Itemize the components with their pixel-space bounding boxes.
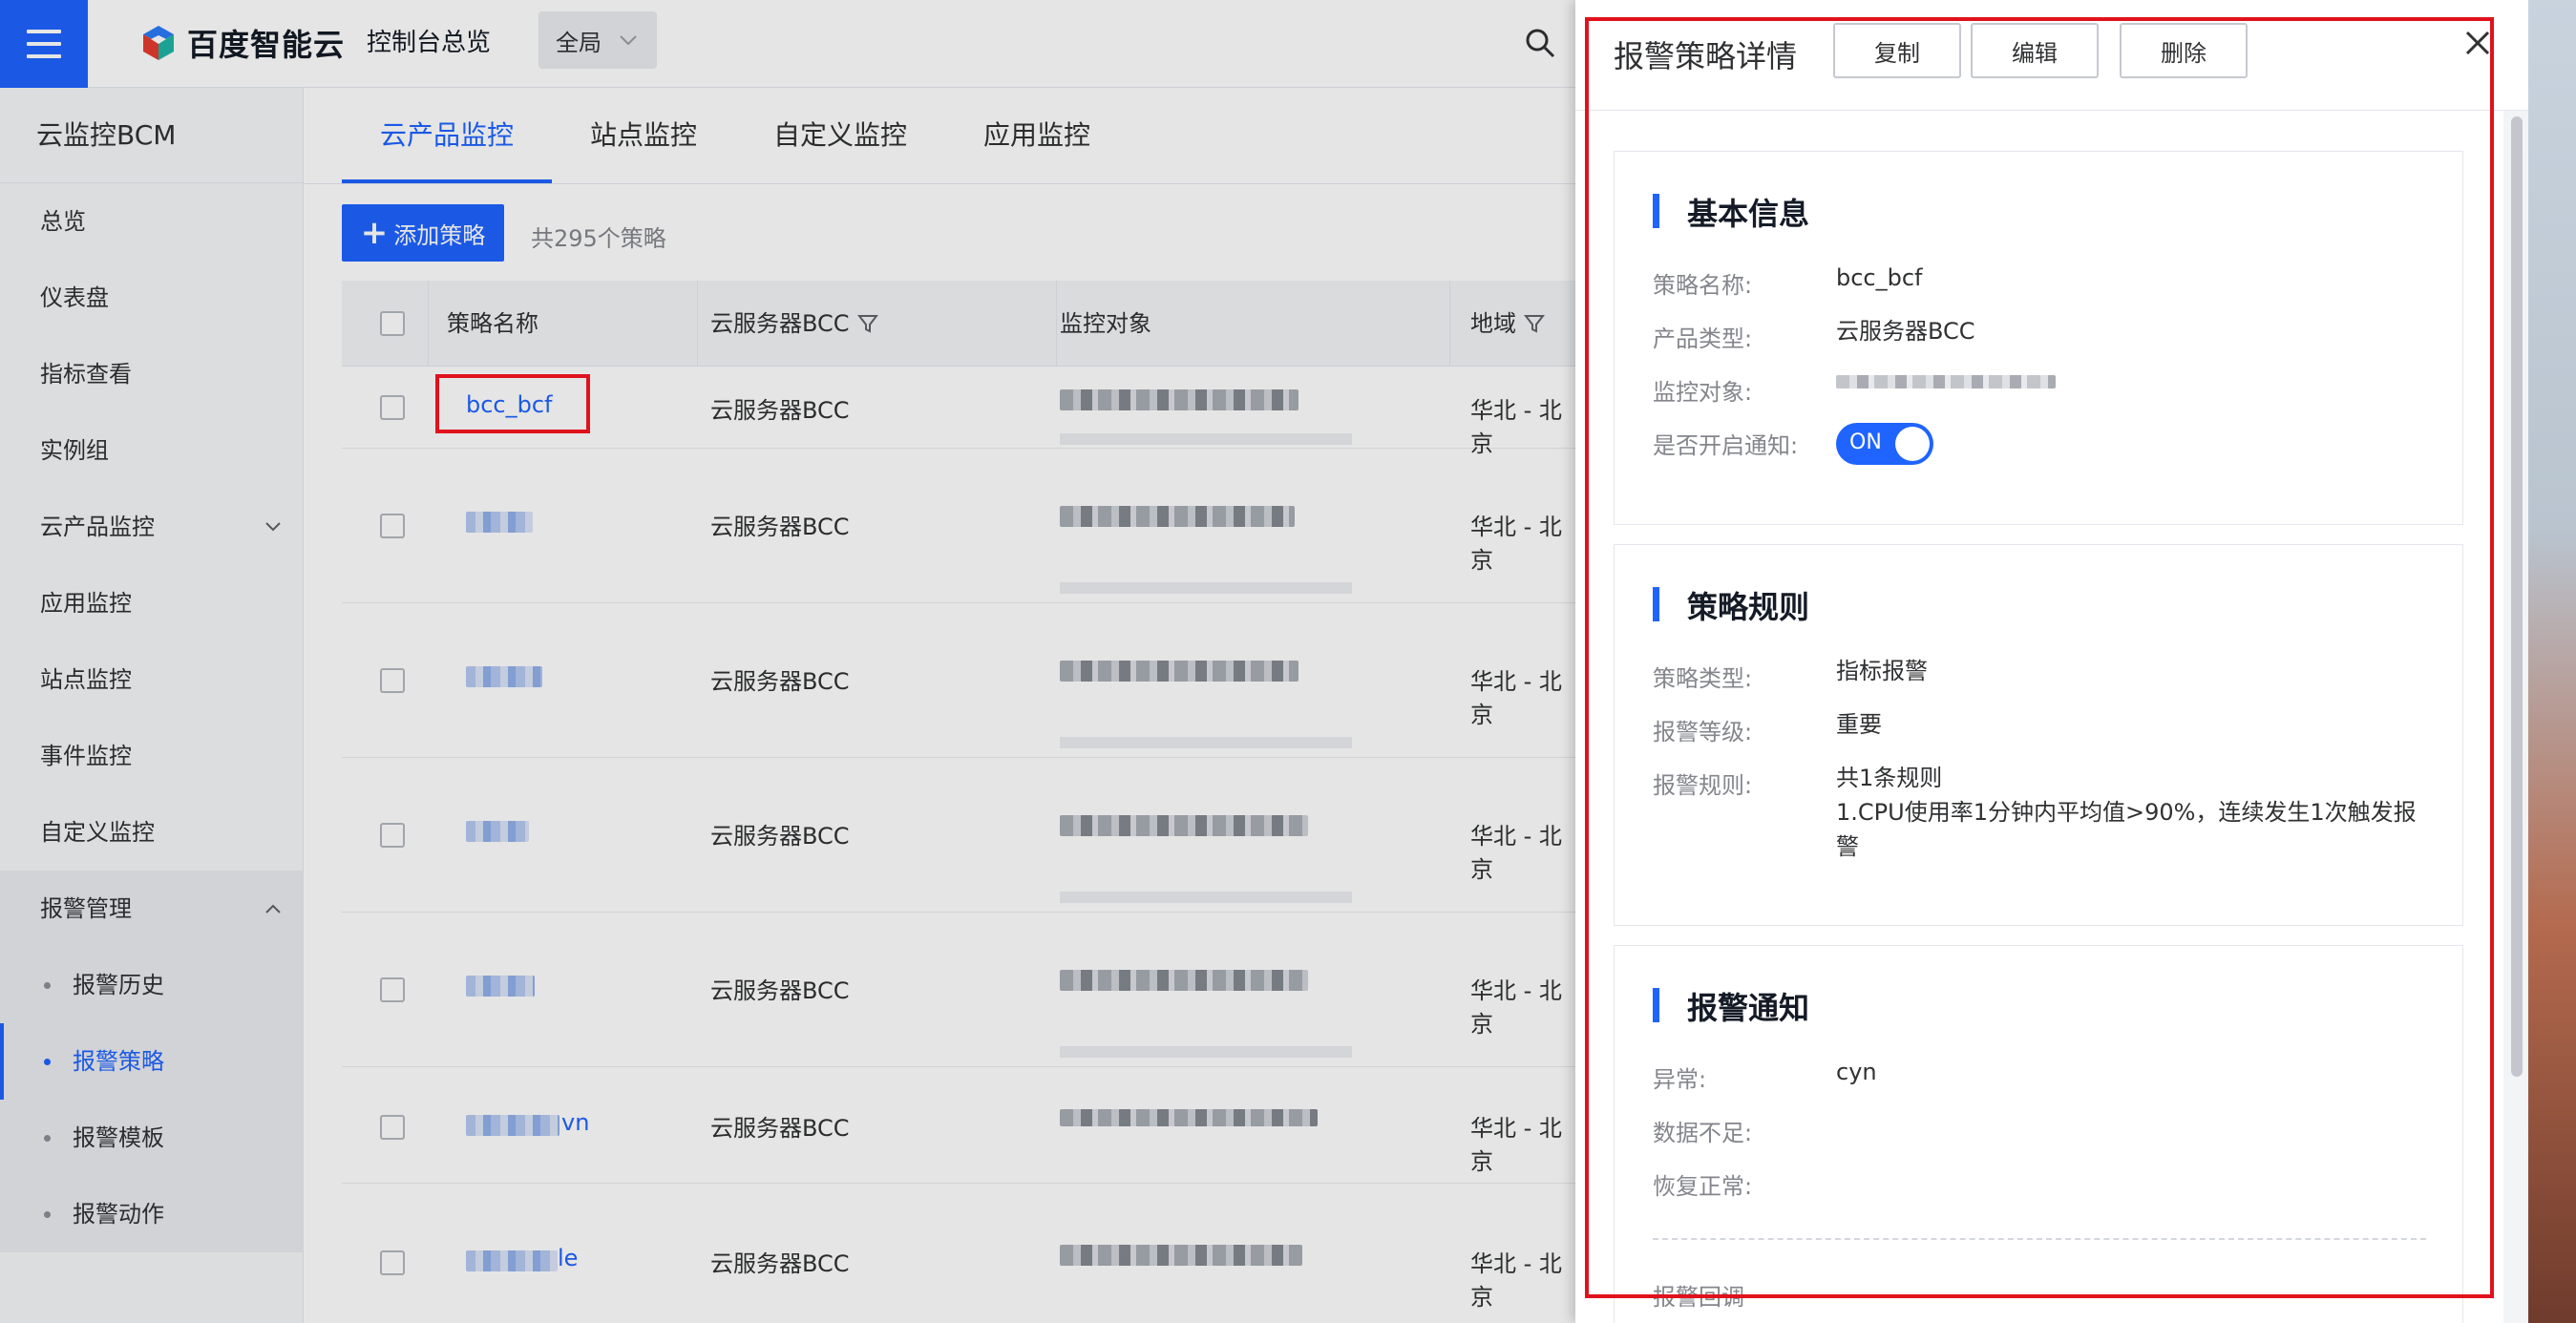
- drawer-scrollbar-thumb[interactable]: [2511, 116, 2523, 1077]
- desktop-wallpaper-strip: [2528, 0, 2576, 1323]
- drawer-backdrop-mask[interactable]: [0, 0, 1575, 1323]
- highlight-box-policy-name: [435, 374, 590, 433]
- highlight-box-drawer: [1585, 17, 2494, 1298]
